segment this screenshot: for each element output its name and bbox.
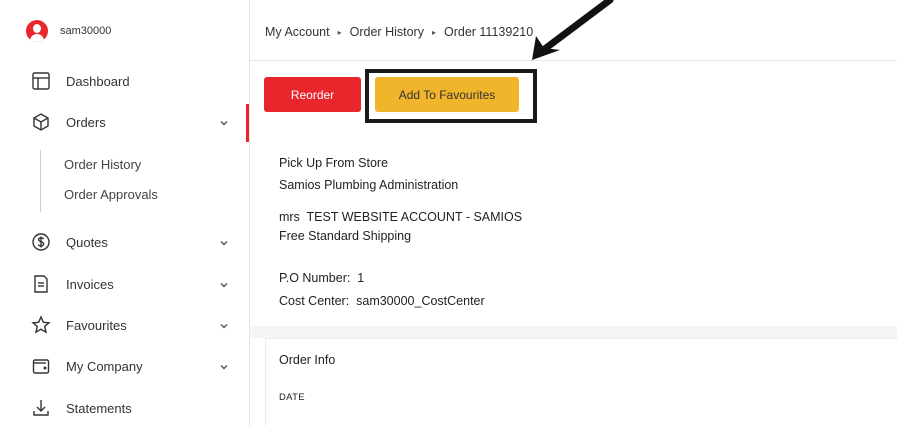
breadcrumb-order-history[interactable]: Order History [350, 25, 424, 39]
cost-center: Cost Center: sam30000_CostCenter [279, 294, 485, 308]
chevron-down-icon[interactable] [218, 236, 230, 248]
sidebar-subitem-order-approvals[interactable]: Order Approvals [64, 187, 158, 202]
submenu-divider [40, 150, 41, 212]
breadcrumb-my-account[interactable]: My Account [265, 25, 330, 39]
account-name: mrs TEST WEBSITE ACCOUNT - SAMIOS [279, 210, 523, 224]
download-icon [30, 397, 52, 419]
sidebar-item-label: Orders [66, 114, 106, 130]
sidebar-item-invoices[interactable]: Invoices [30, 270, 240, 298]
chevron-down-icon[interactable] [218, 116, 230, 128]
sidebar-item-label: My Company [66, 358, 143, 374]
breadcrumb-current-order: Order 11139210 [443, 25, 534, 39]
user-profile[interactable]: sam30000 [26, 20, 111, 42]
sidebar-item-label: Statements [66, 400, 132, 416]
shipping-method: Free Standard Shipping [279, 229, 412, 243]
reorder-button[interactable]: Reorder [264, 77, 361, 112]
breadcrumb-separator-icon: ▸ [337, 27, 342, 37]
sidebar-item-label: Dashboard [66, 73, 130, 89]
invoice-icon [30, 273, 52, 295]
breadcrumb: My Account ▸ Order History ▸ Order 11139… [265, 25, 533, 39]
add-to-favourites-button[interactable]: Add To Favourites [375, 77, 519, 112]
dollar-icon [30, 231, 52, 253]
chevron-down-icon[interactable] [218, 360, 230, 372]
order-info-card: Order Info DATE [265, 338, 897, 426]
avatar [26, 20, 48, 42]
box-icon [30, 111, 52, 133]
sidebar-item-dashboard[interactable]: Dashboard [30, 67, 240, 95]
delivery-method: Pick Up From Store [279, 156, 389, 170]
star-icon [30, 314, 52, 336]
po-number: P.O Number: 1 [279, 271, 365, 285]
sidebar-item-quotes[interactable]: Quotes [30, 228, 240, 256]
sidebar-item-favourites[interactable]: Favourites [30, 311, 240, 339]
wallet-icon [30, 355, 52, 377]
header-divider [250, 60, 897, 61]
sidebar-subitem-order-history[interactable]: Order History [64, 157, 141, 172]
sidebar: sam30000 Dashboard Orders Order History … [0, 0, 250, 426]
sidebar-item-my-company[interactable]: My Company [30, 352, 240, 380]
annotation-arrow-icon [532, 0, 614, 60]
sidebar-item-statements[interactable]: Statements [30, 394, 240, 422]
breadcrumb-separator-icon: ▸ [431, 27, 436, 37]
active-section-marker [246, 104, 249, 142]
sidebar-item-label: Quotes [66, 234, 108, 250]
username: sam30000 [60, 25, 112, 37]
section-divider [250, 326, 897, 338]
chevron-down-icon[interactable] [218, 319, 230, 331]
sidebar-item-orders[interactable]: Orders [30, 108, 240, 136]
chevron-down-icon[interactable] [218, 278, 230, 290]
order-info-title: Order Info [279, 353, 336, 367]
store-name: Samios Plumbing Administration [279, 178, 459, 192]
dashboard-icon [30, 70, 52, 92]
sidebar-item-label: Favourites [66, 317, 127, 333]
order-info-date-label: DATE [279, 392, 305, 403]
sidebar-item-label: Invoices [66, 276, 114, 292]
